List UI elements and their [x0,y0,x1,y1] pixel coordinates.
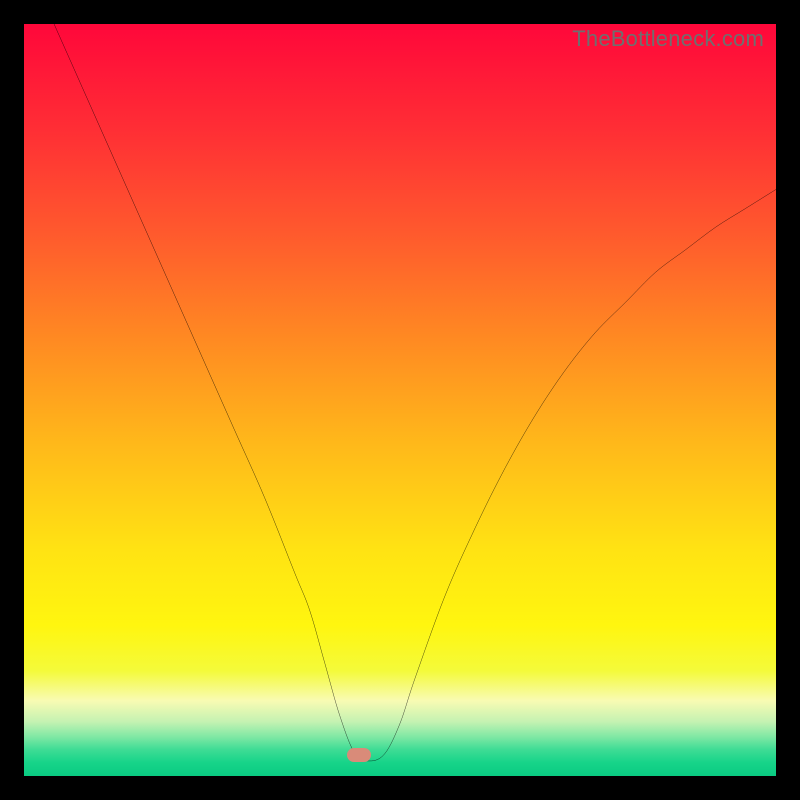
optimum-marker [347,748,371,762]
bottleneck-curve [24,24,776,776]
plot-area: TheBottleneck.com [24,24,776,776]
chart-frame: TheBottleneck.com [0,0,800,800]
watermark-text: TheBottleneck.com [572,26,764,52]
